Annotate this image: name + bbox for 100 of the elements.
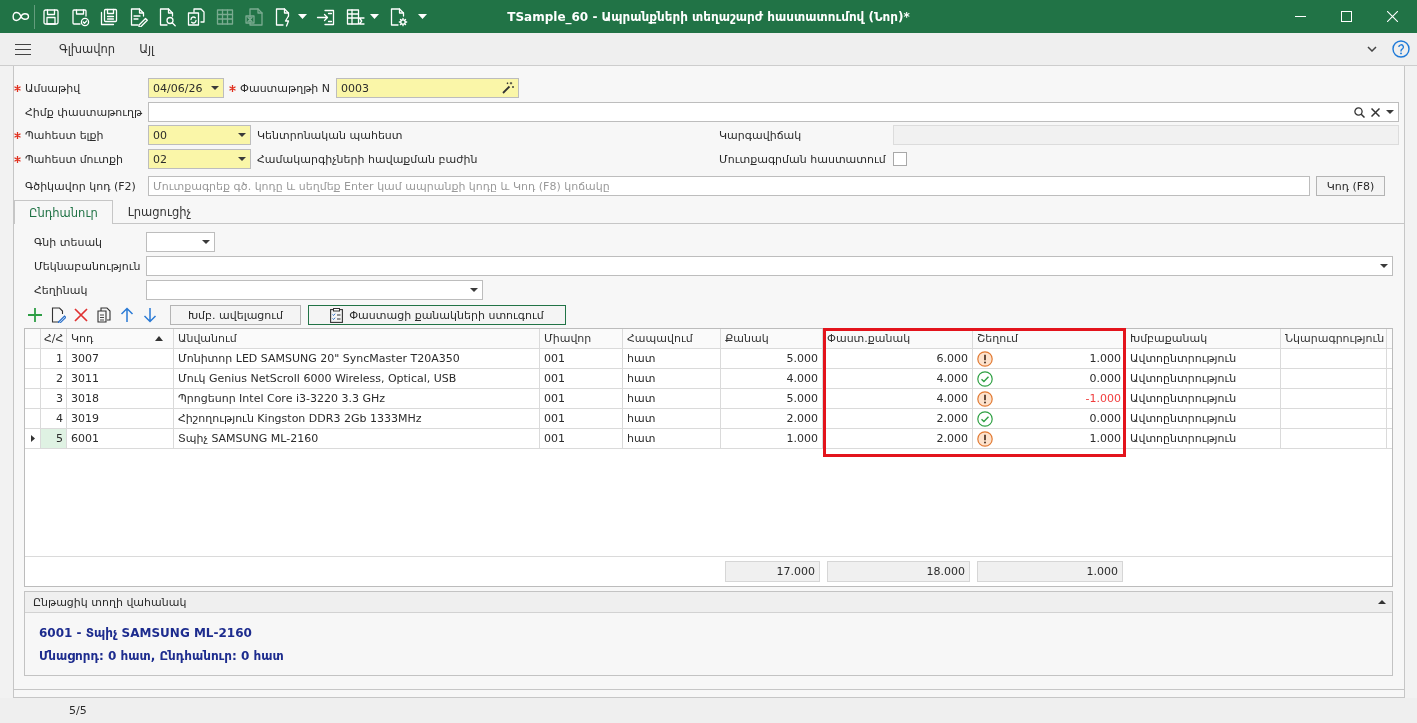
arrow-up-icon[interactable] [119,307,135,323]
column-header[interactable]: Հ/Հ [41,329,67,349]
panel-title: Ընթացիկ տողի վահանակ [33,595,187,609]
chevron-down-icon[interactable] [1367,46,1377,52]
column-header[interactable]: Միավոր [540,329,623,349]
column-header[interactable]: Հապավում [623,329,721,349]
menu-item[interactable]: Գլխավոր [47,38,128,60]
comment-field[interactable] [146,256,1393,276]
floppy-stack-icon[interactable] [99,6,119,27]
total-field: 17.000 [725,561,820,582]
caret-icon[interactable] [298,14,307,19]
column-header[interactable]: Նկարագրություն [1281,329,1387,349]
action-button[interactable]: Խմբ. ավելացում [170,305,301,325]
action-button[interactable]: Փաստացի քանակների ստուգում [308,305,566,325]
caret-icon[interactable] [1380,264,1388,268]
warehouse-dropdown[interactable]: 02 [148,149,251,169]
table-cell: 001 [540,349,623,369]
tab[interactable]: Լրացուցիչ [112,200,207,223]
table-cell: 001 [540,369,623,389]
warehouse-name: Կենտրոնական պահեստ [257,128,403,142]
field-label: Հեղինակ [33,283,89,297]
help-icon[interactable] [1392,40,1410,58]
close-icon[interactable] [1387,11,1398,22]
document-pencil-icon[interactable] [128,6,148,27]
menu-item[interactable]: Այլ [127,38,167,60]
base-document-field[interactable] [148,102,1399,122]
copy-icon[interactable] [96,307,112,323]
edit-icon[interactable] [50,307,66,323]
table-cell: 0.000 [1089,372,1121,385]
table-cell: Ավտոընտրություն [1126,409,1281,429]
code-button[interactable]: Կոդ (F8) [1316,176,1385,196]
table-cell: հատ [623,349,721,369]
table-cell: 3007 [67,349,174,369]
caret-icon[interactable] [1386,110,1394,114]
checkbox[interactable] [893,152,907,166]
field-label: Գնի տեսակ [33,235,104,249]
date-field[interactable]: 04/06/26 [148,78,224,98]
caret-icon[interactable] [238,157,246,161]
table-sigma-icon[interactable] [345,6,365,27]
sort-arrow-icon[interactable] [155,336,163,341]
detail-line: 6001 - Տպիչ SAMSUNG ML-2160 [39,625,252,642]
document-arrows-icon[interactable] [186,6,206,27]
document-magnifier-icon[interactable] [157,6,177,27]
document-gear-icon[interactable] [388,6,408,27]
floppy-check-icon[interactable] [70,6,90,27]
caret-icon[interactable] [202,240,210,244]
table-cell: 6.000 [823,349,973,369]
field-label: Կարգավիճակ [719,128,803,142]
table-cell: Ավտոընտրություն [1126,429,1281,449]
total-field: 18.000 [827,561,970,582]
caret-icon[interactable] [370,14,379,19]
search-icon[interactable] [1354,106,1365,118]
table-cell: 001 [540,409,623,429]
table-cell: հատ [623,369,721,389]
table-cell: հատ [623,409,721,429]
field-label: Հիմք փաստաթուղթ [25,105,143,119]
column-header[interactable]: Խմբաքանակ [1126,329,1281,349]
column-header[interactable]: Կոդ [67,329,174,349]
column-header[interactable]: Քանակ [721,329,823,349]
table-cell: -1.000 [1085,392,1121,405]
table-cell: 3019 [67,409,174,429]
record-counter: 5/5 [69,704,87,717]
field-label: Պահեստ մուտքի [25,152,124,166]
table-cell: 5.000 [721,389,823,409]
delete-icon[interactable] [73,307,89,323]
caret-icon[interactable] [238,133,246,137]
tab[interactable]: Ընդհանուր [14,200,113,224]
field-label: Ամսաթիվ [25,81,81,95]
table-cell: 1.000 [721,429,823,449]
table-cell: Հիշողություն Kingston DDR3 2Gb 1333MHz [174,409,540,429]
table-cell: 4.000 [721,369,823,389]
clear-icon[interactable] [1371,107,1380,117]
magic-wand-icon[interactable] [502,82,514,94]
barcode-field[interactable]: Մուտքագրեք գծ. կոդը և սեղմեք Enter կամ ապրանքի կոդը և Կոդ (F8) կոճակը [148,176,1310,196]
table-cell: Ավտոընտրություն [1126,389,1281,409]
menu-icon[interactable] [15,43,31,55]
table-cell: 1.000 [1089,432,1121,445]
field-label: Գծիկավոր կոդ (F2) [25,179,136,193]
table-cell: 2.000 [823,409,973,429]
maximize-icon[interactable] [1341,11,1352,22]
field-label: Փաստաթղթի N [240,81,330,95]
arrow-down-icon[interactable] [142,307,158,323]
window-title: TSample_60 - Ապրանքների տեղաշարժ հաստատումով (Նոր)* [507,9,910,24]
table-cell: 2.000 [823,429,973,449]
table-cell: 001 [540,389,623,409]
caret-icon[interactable] [418,14,427,19]
table-cell: 6001 [67,429,174,449]
number-field[interactable]: 0003 [336,78,519,98]
collapse-icon[interactable] [1378,600,1386,604]
table-cell: 5 [41,429,67,449]
app-logo-icon [12,11,30,22]
add-icon[interactable] [27,307,43,323]
warehouse-dropdown[interactable]: 00 [148,125,251,145]
table-cell: 1.000 [1089,352,1121,365]
column-header[interactable]: Անվանում [174,329,540,349]
caret-icon[interactable] [211,86,219,90]
table-cell: Մուկ Genius NetScroll 6000 Wireless, Optical, USB [174,369,540,389]
table-cell: հատ [623,389,721,409]
caret-icon[interactable] [470,288,478,292]
table-cell: 5.000 [721,349,823,369]
